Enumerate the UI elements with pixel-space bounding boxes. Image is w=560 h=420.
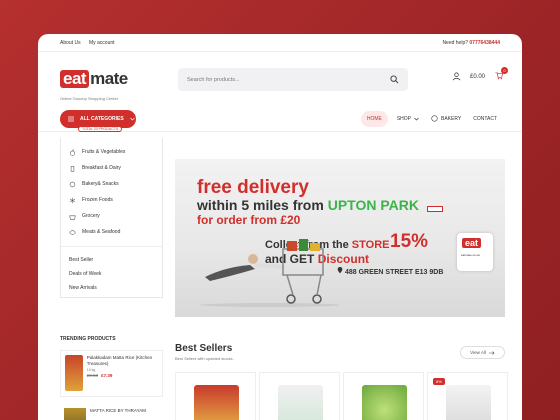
store-address: 488 GREEN STREET E13 9DB [337,267,443,276]
product-image[interactable] [446,385,491,420]
phone-number[interactable]: 07776438444 [469,40,500,46]
nav-shop-label: SHOP [396,115,411,122]
search-icon[interactable] [390,75,399,84]
product-info: Palakkadam Matta Rice (Kitchen Treasures… [87,355,158,392]
product-card[interactable]: 8% [427,372,508,420]
main-nav: ALL CATEGORIES TOTAL 20 PRODUCTS HOME SH… [38,106,522,132]
chevron-down-icon [414,117,419,120]
banner-store: STORE [351,239,390,251]
user-icon[interactable] [452,72,461,81]
category-label: Fruits & Vegetables [82,149,126,155]
bag-site: eatmate.co.uk [461,253,480,257]
product-name[interactable]: Palakkadam Matta Rice (Kitchen Treasures… [87,355,158,367]
logo[interactable]: eat mate [60,69,128,89]
snowflake-icon [69,197,76,203]
about-us-link[interactable]: About Us [60,40,81,46]
banner-location: UPTON PARK [327,197,419,213]
product-price: £8.60 £7.39 [87,373,158,379]
discount-badge: 8% [433,378,445,385]
category-label: Bakery& Snacks [82,181,119,187]
new-price: £7.39 [101,373,113,378]
chevron-down-icon [129,117,135,120]
product-image[interactable] [362,385,407,420]
promo-banner[interactable]: free delivery within 5 miles from UPTON … [175,159,505,317]
all-categories-label: ALL CATEGORIES [80,115,124,122]
basket-icon [69,215,76,220]
trending-title: TRENDING PRODUCTS [60,336,116,342]
category-fruits-vegetables[interactable]: Fruits & Vegetables [61,144,162,160]
tagline: Online Grocery Shopping Center [60,96,119,101]
product-card[interactable] [343,372,424,420]
milk-icon [70,165,75,172]
cart-count-badge: 0 [501,67,508,74]
banner-tag [427,206,443,212]
category-frozen-foods[interactable]: Frozen Foods [61,192,162,208]
best-sellers-subtitle: Best Sellers with updated stocks . [175,356,235,361]
nav-menu: HOME SHOP BAKERY CONTACT [360,110,500,127]
category-bakery-snacks[interactable]: Bakery& Snacks [61,176,162,192]
category-grocery[interactable]: Grocery [61,208,162,224]
nav-home[interactable]: HOME [360,110,388,127]
product-image[interactable] [278,385,323,420]
cart-button[interactable]: 0 [494,67,508,82]
view-all-button[interactable]: View All [460,346,505,359]
nav-shop[interactable]: SHOP [394,111,422,127]
product-image[interactable] [194,385,239,420]
banner-headline: free delivery [197,177,309,198]
new-arrivals-link[interactable]: New Arrivals [61,281,162,295]
deals-of-week-link[interactable]: Deals of Week [61,267,162,281]
discount-percent: 15% [390,231,429,252]
best-sellers-title: Best Sellers [175,343,233,354]
product-image[interactable] [64,408,86,420]
banner-line2: within 5 miles from UPTON PARK [197,197,419,213]
my-account-link[interactable]: My account [89,40,115,46]
arrow-right-icon [488,350,495,355]
total-products-badge: TOTAL 20 PRODUCTS [78,125,123,132]
cookie-icon [69,181,76,187]
address-text: 488 GREEN STREET E13 9DB [344,269,444,276]
eat-bag-image: eat eatmate.co.uk [457,233,493,271]
browser-window: About Us My account Need help? 077764384… [38,34,522,420]
best-seller-link[interactable]: Best Seller [61,253,162,267]
cart-total[interactable]: £0.00 [470,74,485,80]
apple-icon [69,148,76,156]
meat-icon [69,229,76,235]
logo-mate: mate [90,69,128,88]
category-breakfast-dairy[interactable]: Breakfast & Dairy [61,160,162,176]
category-label: Breakfast & Dairy [82,165,121,171]
header-actions: £0.00 0 [452,67,508,82]
menu-icon [68,116,74,121]
product-card[interactable] [259,372,340,420]
product-card[interactable] [175,372,256,420]
divider [61,246,162,247]
help-text: Need help? [442,39,469,46]
category-meats-seafood[interactable]: Meats & Seafood [61,224,162,240]
view-all-label: View All [470,350,486,355]
old-price: £8.60 [86,373,99,378]
header: eat mate Online Grocery Shopping Center … [38,52,522,106]
product-name[interactable]: MATTA RICE BY THRAYAM [90,408,146,420]
product-image[interactable] [65,355,83,391]
category-label: Meats & Seafood [82,229,121,235]
search-placeholder: Search for products... [187,76,240,83]
search-input[interactable]: Search for products... [178,68,408,91]
category-sidebar: Fruits & Vegetables Breakfast & Dairy Ba… [60,138,163,298]
all-categories-button[interactable]: ALL CATEGORIES TOTAL 20 PRODUCTS [60,109,136,132]
trending-product[interactable]: Palakkadam Matta Rice (Kitchen Treasures… [60,350,163,397]
nav-bakery-label: BAKERY [441,115,462,122]
woman-with-cart-image [200,239,340,307]
banner-line3: for order from £20 [197,213,301,227]
nav-contact[interactable]: CONTACT [470,111,500,127]
logo-eat: eat [60,70,90,88]
bakery-icon [431,115,438,122]
category-label: Grocery [82,213,100,219]
banner-line2-text: within 5 miles from [197,197,328,213]
category-label: Frozen Foods [82,197,113,203]
trending-product[interactable]: MATTA RICE BY THRAYAM [60,404,163,420]
bag-logo: eat [462,238,482,248]
top-bar: About Us My account Need help? 077764384… [38,34,522,52]
nav-bakery[interactable]: BAKERY [428,110,464,127]
